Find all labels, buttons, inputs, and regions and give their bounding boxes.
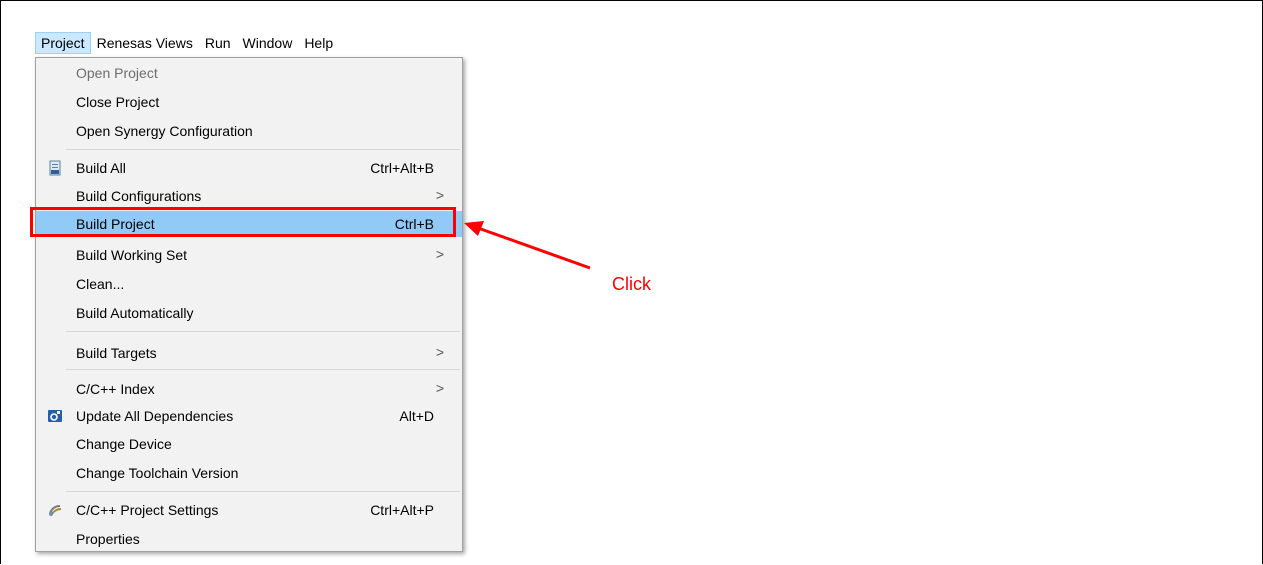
callout-label: Click bbox=[612, 274, 651, 294]
